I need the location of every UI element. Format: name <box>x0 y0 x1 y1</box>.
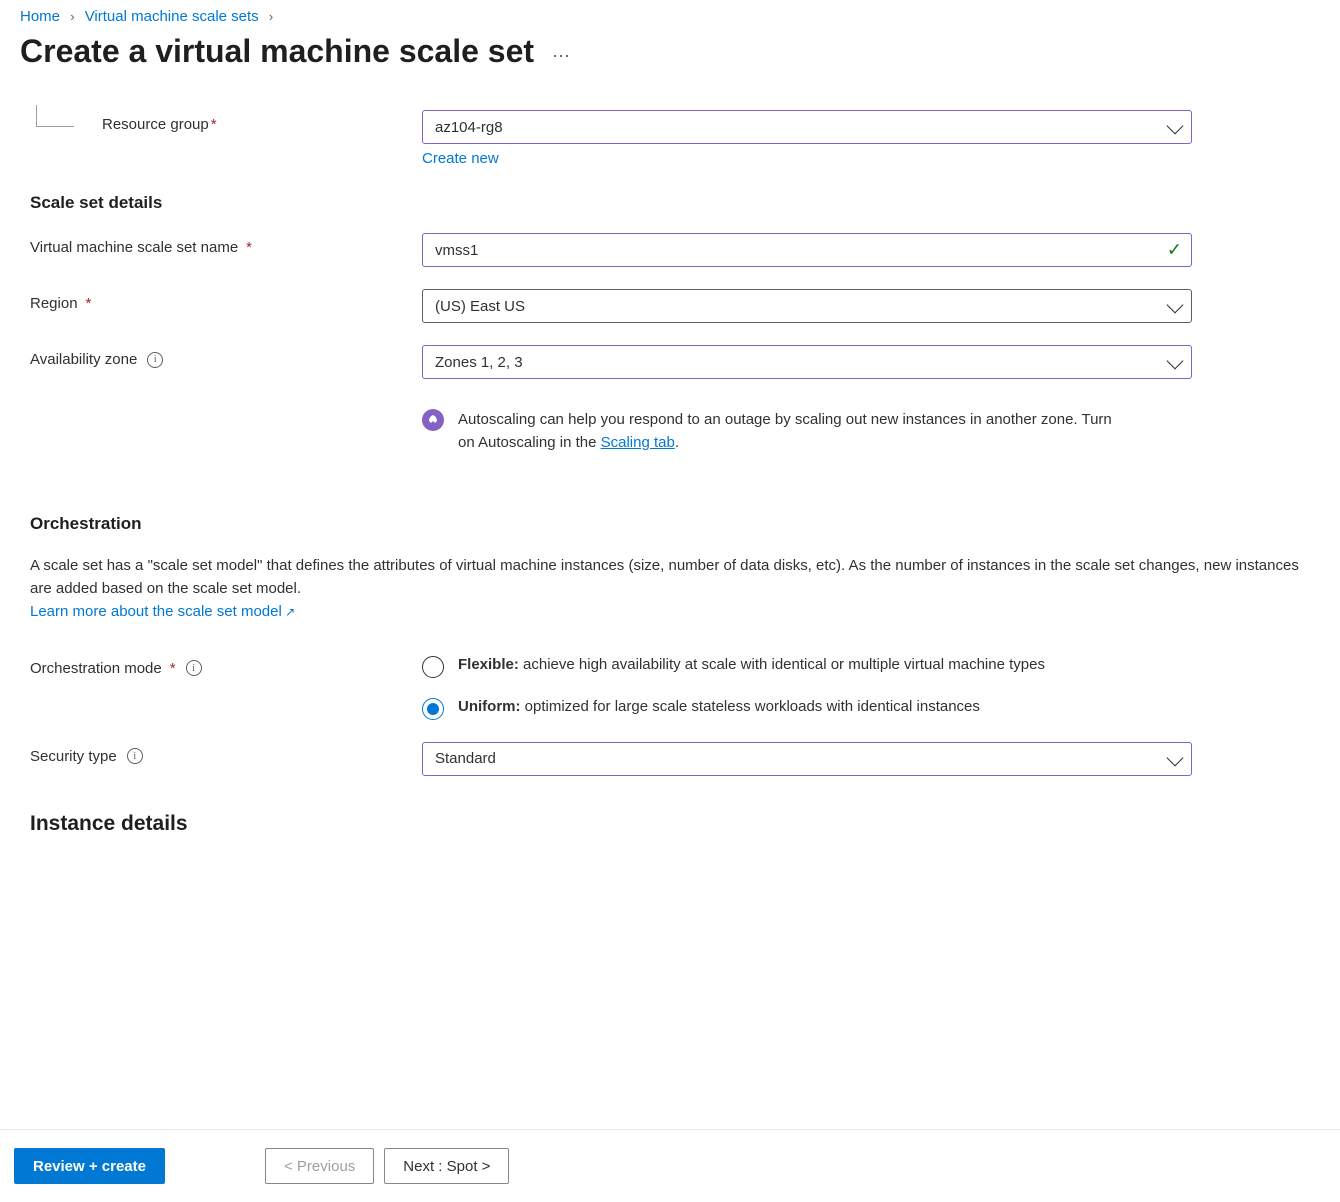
breadcrumb-vmss[interactable]: Virtual machine scale sets <box>85 8 259 25</box>
security-type-select[interactable]: Standard <box>422 742 1192 776</box>
region-select[interactable]: (US) East US <box>422 289 1192 323</box>
chevron-right-icon: › <box>70 9 74 24</box>
checkmark-icon: ✓ <box>1167 240 1182 261</box>
resource-group-select[interactable]: az104-rg8 <box>422 110 1192 144</box>
scaling-tab-link[interactable]: Scaling tab <box>601 434 675 451</box>
wizard-footer: Review + create < Previous Next : Spot > <box>0 1129 1340 1202</box>
info-icon[interactable]: i <box>186 660 202 676</box>
breadcrumb: Home › Virtual machine scale sets › <box>20 8 1320 25</box>
required-icon: * <box>211 116 217 133</box>
orchestration-desc: A scale set has a "scale set model" that… <box>30 554 1320 601</box>
info-icon[interactable]: i <box>127 748 143 764</box>
chevron-down-icon <box>1167 297 1184 314</box>
required-icon: * <box>246 239 252 256</box>
region-label: Region <box>30 295 78 312</box>
instance-details-heading: Instance details <box>30 812 1320 834</box>
breadcrumb-home[interactable]: Home <box>20 8 60 25</box>
security-type-label: Security type <box>30 748 117 765</box>
chevron-down-icon <box>1167 749 1184 766</box>
page-title: Create a virtual machine scale set <box>20 33 534 70</box>
orchestration-mode-label: Orchestration mode <box>30 660 162 677</box>
orchestration-mode-radiogroup: Flexible: achieve high availability at s… <box>422 654 1192 720</box>
tree-connector-icon <box>36 105 74 127</box>
next-button[interactable]: Next : Spot > <box>384 1148 509 1184</box>
chevron-down-icon <box>1167 353 1184 370</box>
orchestration-flexible-radio[interactable] <box>422 656 444 678</box>
create-new-rg-link[interactable]: Create new <box>422 150 499 167</box>
resource-group-label: Resource group <box>102 116 209 133</box>
previous-button[interactable]: < Previous <box>265 1148 374 1184</box>
required-icon: * <box>86 295 92 312</box>
autoscaling-callout: Autoscaling can help you respond to an o… <box>422 409 1192 454</box>
more-actions-icon[interactable]: ⋯ <box>552 46 571 67</box>
info-icon[interactable]: i <box>147 352 163 368</box>
chevron-down-icon <box>1167 118 1184 135</box>
availability-zone-select[interactable]: Zones 1, 2, 3 <box>422 345 1192 379</box>
vmss-name-input[interactable] <box>422 233 1192 267</box>
scale-set-details-heading: Scale set details <box>30 193 1320 213</box>
learn-more-scale-set-link[interactable]: Learn more about the scale set model <box>30 603 295 620</box>
chevron-right-icon: › <box>269 9 273 24</box>
orchestration-heading: Orchestration <box>30 514 1320 534</box>
review-create-button[interactable]: Review + create <box>14 1148 165 1184</box>
rocket-icon <box>422 409 444 431</box>
required-icon: * <box>170 660 176 677</box>
availability-zone-label: Availability zone <box>30 351 137 368</box>
vmss-name-label: Virtual machine scale set name <box>30 239 238 256</box>
orchestration-uniform-radio[interactable] <box>422 698 444 720</box>
